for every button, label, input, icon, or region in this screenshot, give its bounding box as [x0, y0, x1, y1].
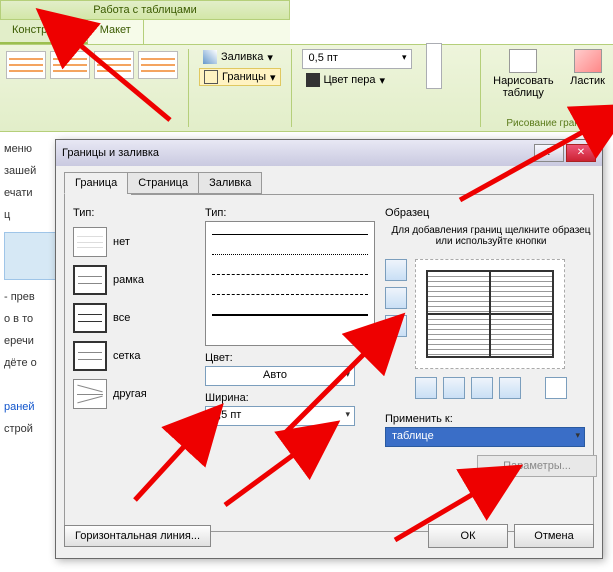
setting-box[interactable]: рамка: [73, 265, 193, 295]
shading-button[interactable]: Заливка ▾: [199, 49, 281, 65]
options-button: Параметры...: [477, 455, 597, 477]
table-style-thumb[interactable]: [6, 51, 46, 79]
line-style-option[interactable]: [212, 234, 368, 248]
all-icon: [73, 303, 107, 333]
grid-icon: [73, 341, 107, 371]
line-style-option[interactable]: [212, 254, 368, 268]
shading-label: Заливка: [221, 51, 263, 63]
group-label: Рисование границ: [485, 118, 613, 129]
line-style-option[interactable]: [212, 294, 368, 308]
line-weight-dropdown[interactable]: 0,5 пт: [302, 49, 412, 69]
borders-button[interactable]: Границы ▾: [199, 68, 281, 86]
tab-border[interactable]: Граница: [64, 172, 128, 194]
ribbon-tabs: Конструктор Макет: [0, 20, 290, 44]
line-style-option[interactable]: [212, 274, 368, 288]
dialog-tabs: Граница Страница Заливка: [64, 172, 594, 194]
eraser-label: Ластик: [570, 75, 605, 87]
draw-table-icon: [509, 49, 537, 73]
border-top-button[interactable]: [385, 259, 407, 281]
none-icon: [73, 227, 107, 257]
box-icon: [73, 265, 107, 295]
width-dropdown[interactable]: 0,5 пт: [205, 406, 355, 426]
color-dropdown[interactable]: Авто: [205, 366, 355, 386]
borders-icon: [204, 70, 218, 84]
dialog-titlebar[interactable]: Границы и заливка ? ✕: [56, 140, 602, 166]
border-left-button[interactable]: [443, 377, 465, 399]
preview-label: Образец: [385, 207, 597, 219]
custom-icon: [73, 379, 107, 409]
table-style-thumb[interactable]: [138, 51, 178, 79]
tab-page[interactable]: Страница: [127, 172, 199, 194]
dialog-title: Границы и заливка: [62, 147, 532, 159]
apply-to-label: Применить к:: [385, 413, 597, 425]
border-diag1-button[interactable]: [415, 377, 437, 399]
paint-bucket-icon: [203, 50, 217, 64]
border-right-button[interactable]: [499, 377, 521, 399]
border-vmid-button[interactable]: [471, 377, 493, 399]
border-hmid-button[interactable]: [385, 287, 407, 309]
color-label: Цвет:: [205, 352, 375, 364]
border-diag2-button[interactable]: [545, 377, 567, 399]
tab-design[interactable]: Конструктор: [0, 20, 88, 44]
cancel-button[interactable]: Отмена: [514, 524, 594, 548]
setting-none[interactable]: нет: [73, 227, 193, 257]
group-shading-borders: Заливка ▾ Границы ▾: [193, 45, 287, 131]
apply-to-dropdown[interactable]: таблице: [385, 427, 585, 447]
pen-color-label: Цвет пера: [324, 74, 376, 86]
borders-label: Границы: [222, 71, 266, 83]
tab-shading[interactable]: Заливка: [198, 172, 262, 194]
line-style-option[interactable]: [212, 314, 368, 328]
borders-shading-dialog: Границы и заливка ? ✕ Граница Страница З…: [55, 139, 603, 559]
tab-layout[interactable]: Макет: [88, 20, 144, 44]
setting-all[interactable]: все: [73, 303, 193, 333]
document-background: меню зашей ечати ц - прев о в то еречи д…: [0, 132, 60, 572]
contextual-tab-title: Работа с таблицами: [0, 0, 290, 20]
pen-color-button[interactable]: Цвет пера ▾: [302, 72, 470, 88]
pen-icon: [306, 73, 320, 87]
help-button[interactable]: ?: [534, 144, 564, 162]
table-style-thumb[interactable]: [94, 51, 134, 79]
ok-button[interactable]: ОК: [428, 524, 508, 548]
group-draw-borders: 0,5 пт Цвет пера ▾: [296, 45, 476, 131]
border-bottom-button[interactable]: [385, 315, 407, 337]
close-button[interactable]: ✕: [566, 144, 596, 162]
dialog-launcher[interactable]: ↘: [597, 115, 611, 129]
style-label: Тип:: [205, 207, 375, 219]
preview-box[interactable]: [415, 259, 565, 369]
width-label: Ширина:: [205, 392, 375, 404]
line-style-list[interactable]: [205, 221, 375, 346]
draw-table-label: Нарисовать таблицу: [493, 75, 555, 99]
table-style-gallery[interactable]: [0, 45, 184, 131]
ribbon-body: Заливка ▾ Границы ▾ 0,5 пт Цвет пера ▾ Н…: [0, 44, 613, 132]
horizontal-line-button[interactable]: Горизонтальная линия...: [64, 525, 211, 547]
eraser-icon: [574, 49, 602, 73]
type-label: Тип:: [73, 207, 193, 219]
setting-custom[interactable]: другая: [73, 379, 193, 409]
setting-grid[interactable]: сетка: [73, 341, 193, 371]
dialog-pane: Тип: нет рамка все сетка другая: [64, 194, 594, 532]
table-style-thumb[interactable]: [50, 51, 90, 79]
preview-hint: Для добавления границ щелкните образец и…: [385, 225, 597, 247]
